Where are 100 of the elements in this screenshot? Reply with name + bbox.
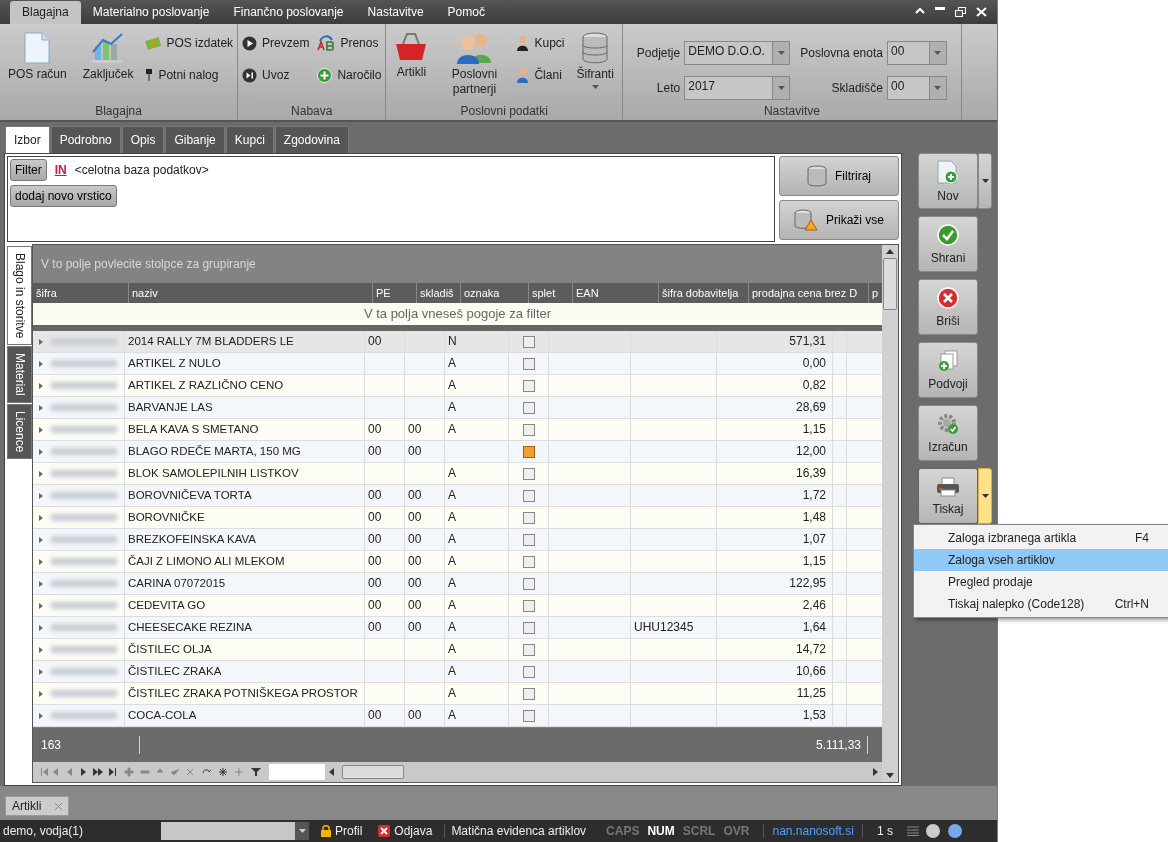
ribbon-tab[interactable]: Pomoč [435, 1, 497, 24]
checkbox[interactable] [522, 401, 535, 414]
ribbon-button[interactable]: Artikli [390, 28, 433, 102]
menu-item[interactable]: Pregled prodaje [914, 571, 1168, 593]
dropdown-field[interactable]: DEMO D.O.O. [684, 40, 791, 65]
tab[interactable]: Zgodovina [274, 126, 349, 153]
checkbox[interactable] [522, 709, 535, 722]
checkbox[interactable] [522, 577, 535, 590]
menu-item[interactable]: Tiskaj nalepko (Code128) Ctrl+N [914, 593, 1168, 615]
table-row[interactable]: BOROVNIČEVA TORTA 00 00 A 1,72 [33, 485, 882, 507]
ribbon-button[interactable]: Kupci [516, 28, 565, 58]
ribbon-button[interactable]: POS račun [4, 28, 71, 102]
ribbon-tab[interactable]: Blagajna [10, 1, 81, 24]
dropdown-button[interactable] [978, 153, 992, 209]
menu-item[interactable]: Zaloga izbranega artikla F4 [914, 527, 1168, 549]
page-field[interactable] [269, 764, 325, 780]
profile-button[interactable]: Profil [317, 824, 367, 838]
action-button[interactable]: Izračun [918, 405, 978, 461]
add-row-button[interactable]: dodaj novo vrstico [10, 185, 117, 207]
ribbon-button[interactable]: Potni nalog [145, 60, 234, 90]
checkbox[interactable] [522, 379, 535, 392]
table-row[interactable]: ČAJI Z LIMONO ALI MLEKOM 00 00 A 1,15 [33, 551, 882, 573]
ribbon-button[interactable]: Šifranti [572, 28, 618, 102]
table-row[interactable]: BREZKOFEINSKA KAVA 00 00 A 1,07 [33, 529, 882, 551]
ribbon-tab[interactable]: Nastavitve [355, 1, 436, 24]
filter-action-button[interactable]: Prikaži vse [779, 200, 899, 240]
collapse-ribbon-icon[interactable] [915, 7, 925, 14]
ribbon-button[interactable]: Zaključek [78, 28, 138, 102]
scroll-left-icon[interactable] [329, 768, 334, 776]
filter-action-button[interactable]: Filtriraj [779, 156, 899, 196]
table-row[interactable]: ČISTILEC OLJA A 14,72 [33, 639, 882, 661]
menu-item[interactable]: Zaloga vseh artiklov [914, 549, 1168, 571]
restore-icon[interactable] [955, 7, 966, 17]
table-row[interactable]: ČISTILEC ZRAKA POTNIŠKEGA PROSTOR A 11,25 [33, 683, 882, 705]
table-row[interactable]: CEDEVITA GO 00 00 A 2,46 [33, 595, 882, 617]
filter-operator-link[interactable]: IN [54, 163, 67, 177]
ribbon-button[interactable]: Člani [516, 60, 565, 90]
filter-button[interactable]: Filter [10, 159, 47, 181]
checkbox[interactable] [522, 599, 535, 612]
table-row[interactable]: BOROVNIČKE 00 00 A 1,48 [33, 507, 882, 529]
checkbox[interactable] [522, 423, 535, 436]
checkbox[interactable] [522, 335, 535, 348]
scroll-up-icon[interactable] [886, 249, 894, 254]
ribbon-button[interactable]: Prenos [317, 28, 382, 58]
server-link[interactable]: nan.nanosoft.si [763, 824, 863, 838]
table-row[interactable]: CHEESECAKE REZINA 00 00 A UHU12345 1,64 [33, 617, 882, 639]
table-row[interactable]: 2014 RALLY 7M BLADDERS LE 00 N 571,31 [33, 331, 882, 353]
tab[interactable]: Podrobno [50, 126, 121, 153]
checkbox[interactable] [522, 555, 535, 568]
action-button[interactable]: Podvoji [918, 342, 978, 398]
action-button[interactable]: Shrani [918, 216, 978, 272]
ribbon-button[interactable]: Uvoz [242, 60, 310, 90]
table-row[interactable]: BELA KAVA S SMETANO 00 00 A 1,15 [33, 419, 882, 441]
ribbon-button[interactable]: Naročilo [317, 60, 382, 90]
dropdown-field[interactable] [161, 822, 309, 840]
dropdown-field[interactable]: 00 [886, 40, 947, 65]
ribbon-button[interactable]: POS izdatek [145, 28, 234, 58]
tab[interactable]: Gibanje [165, 126, 225, 153]
tab[interactable]: Izbor [5, 126, 50, 153]
scroll-right-icon[interactable] [873, 768, 878, 776]
vertical-scrollbar[interactable] [882, 245, 898, 782]
checkbox[interactable] [522, 467, 535, 480]
ribbon-button[interactable]: Prevzem [242, 28, 310, 58]
table-row[interactable]: BLAGO RDEČE MARTA, 150 MG 00 00 12,00 [33, 441, 882, 463]
dropdown-button[interactable] [978, 468, 992, 524]
table-row[interactable]: BARVANJE LAS A 28,69 [33, 397, 882, 419]
table-row[interactable]: ARTIKEL Z NULO A 0,00 [33, 353, 882, 375]
scroll-down-icon[interactable] [886, 773, 894, 778]
window-tab[interactable]: Artikli [5, 796, 70, 816]
table-row[interactable]: COCA-COLA 00 00 A 1,53 [33, 705, 882, 727]
action-button[interactable]: Tiskaj [918, 468, 978, 524]
checkbox[interactable] [522, 687, 535, 700]
scroll-thumb[interactable] [883, 258, 897, 310]
checkbox[interactable] [522, 511, 535, 524]
action-button[interactable]: Nov [918, 153, 978, 209]
scroll-thumb[interactable] [342, 765, 404, 779]
dropdown-field[interactable]: 2017 [684, 75, 791, 100]
checkbox[interactable] [522, 533, 535, 546]
checkbox[interactable] [522, 643, 535, 656]
table-row[interactable]: CARINA 07072015 00 00 A 122,95 [33, 573, 882, 595]
action-button[interactable]: Briši [918, 279, 978, 335]
ribbon-tab[interactable]: Materialno poslovanje [80, 1, 222, 24]
side-tab[interactable]: Licence [7, 404, 32, 460]
checkbox[interactable] [522, 445, 535, 458]
tab[interactable]: Kupci [225, 126, 274, 153]
table-row[interactable]: ČISTILEC ZRAKA A 10,66 [33, 661, 882, 683]
table-row[interactable]: ARTIKEL Z RAZLIČNO CENO A 0,82 [33, 375, 882, 397]
side-tab[interactable]: Material [7, 346, 32, 404]
checkbox[interactable] [522, 621, 535, 634]
minimize-icon[interactable] [935, 7, 945, 11]
checkbox[interactable] [522, 665, 535, 678]
checkbox[interactable] [522, 357, 535, 370]
logout-button[interactable]: Odjava [374, 824, 437, 838]
dropdown-field[interactable]: 00 [886, 75, 947, 100]
filter-row[interactable]: V ta polja vneseš pogoje za filter [33, 303, 882, 331]
ribbon-tab[interactable]: Finančno poslovanje [221, 1, 356, 24]
table-row[interactable]: BLOK SAMOLEPILNIH LISTKOV A 16,39 [33, 463, 882, 485]
checkbox[interactable] [522, 489, 535, 502]
ribbon-button[interactable]: Poslovni partnerji [440, 28, 509, 102]
tab[interactable]: Opis [121, 126, 165, 153]
